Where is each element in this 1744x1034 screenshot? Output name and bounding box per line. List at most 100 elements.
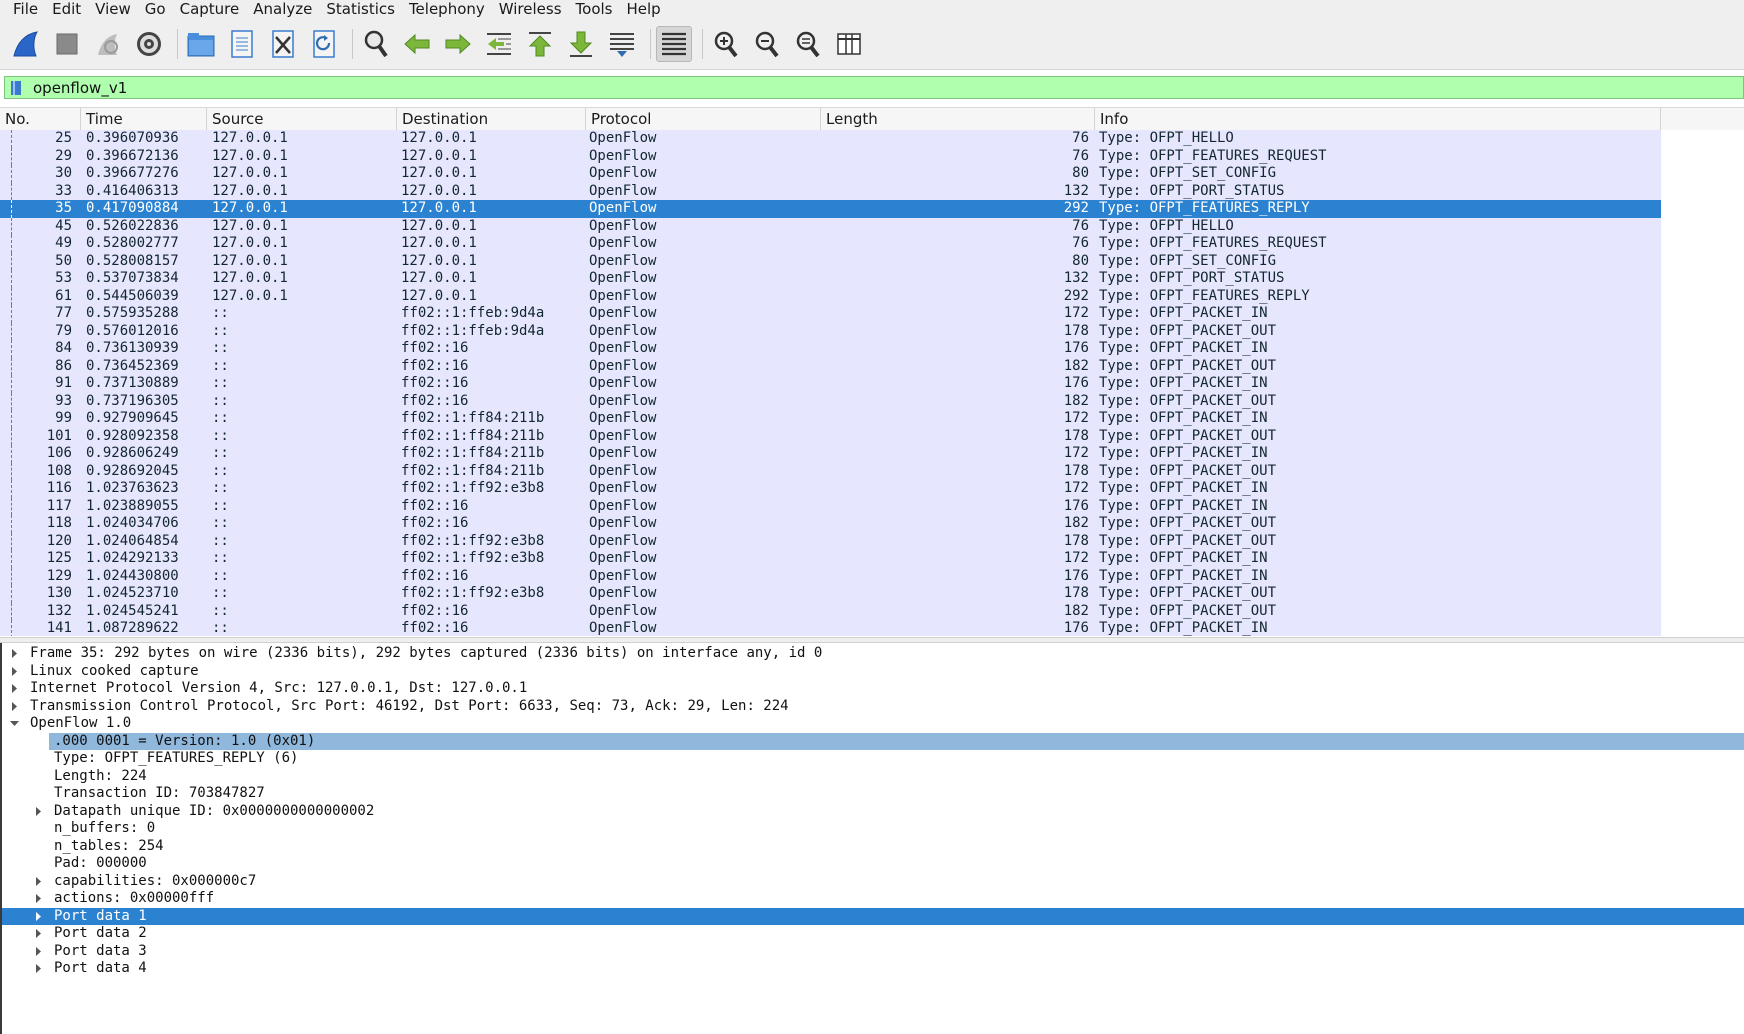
collapsed-arrow-icon[interactable]: [8, 680, 20, 698]
collapsed-arrow-icon[interactable]: [32, 873, 44, 891]
packet-row[interactable]: 130 1.024523710:: ff02::1:ff92:e3b8 OpenFlo…: [0, 585, 1661, 603]
open-file-icon[interactable]: [183, 26, 219, 62]
packet-row[interactable]: 129 1.024430800:: ff02::16 OpenFlow 176 Type:…: [0, 567, 1661, 585]
column-header-info[interactable]: Info: [1095, 108, 1661, 130]
packet-row[interactable]: 93 0.737196305:: ff02::16 OpenFlow 182 Type: …: [0, 392, 1661, 410]
packet-row[interactable]: 29 0.396672136 127.0.0.1 127.0.0.1 OpenFlow 7…: [0, 147, 1661, 165]
packet-row[interactable]: 116 1.023763623:: ff02::1:ff92:e3b8 OpenFlo…: [0, 480, 1661, 498]
resize-columns-icon[interactable]: [831, 26, 867, 62]
detail-row[interactable]: Datapath unique ID: 0x0000000000000002: [2, 803, 1744, 821]
go-back-icon[interactable]: [399, 26, 435, 62]
packet-row[interactable]: 84 0.736130939:: ff02::16 OpenFlow 176 Type: …: [0, 340, 1661, 358]
packet-row[interactable]: 117 1.023889055:: ff02::16 OpenFlow 176 Type:…: [0, 497, 1661, 515]
detail-row[interactable]: OpenFlow 1.0: [2, 715, 1744, 733]
zoom-in-icon[interactable]: [708, 26, 744, 62]
go-forward-icon[interactable]: [440, 26, 476, 62]
detail-row[interactable]: Transaction ID: 703847827: [2, 785, 1744, 803]
zoom-out-icon[interactable]: [749, 26, 785, 62]
menu-view[interactable]: View: [87, 0, 137, 18]
go-to-packet-icon[interactable]: [481, 26, 517, 62]
normal-size-icon[interactable]: [790, 26, 826, 62]
menu-capture[interactable]: Capture: [172, 0, 246, 18]
detail-row[interactable]: Port data 1: [2, 907, 1744, 926]
menu-file[interactable]: File: [0, 0, 44, 18]
packet-row[interactable]: 45 0.526022836 127.0.0.1 127.0.0.1 OpenFlow 7…: [0, 217, 1661, 235]
packet-row[interactable]: 118 1.024034706:: ff02::16 OpenFlow 182 Type:…: [0, 515, 1661, 533]
collapsed-arrow-icon[interactable]: [32, 925, 44, 943]
collapsed-arrow-icon[interactable]: [32, 908, 44, 926]
detail-row[interactable]: Frame 35: 292 bytes on wire (2336 bits),…: [2, 645, 1744, 663]
packet-row[interactable]: 25 0.396070936 127.0.0.1 127.0.0.1 OpenFlow 7…: [0, 130, 1661, 148]
detail-row[interactable]: Pad: 000000: [2, 855, 1744, 873]
detail-row[interactable]: Port data 3: [2, 943, 1744, 961]
packet-row[interactable]: 99 0.927909645:: ff02::1:ff84:211b OpenFlow…: [0, 410, 1661, 428]
packet-row[interactable]: 77 0.575935288:: ff02::1:ffeb:9d4a OpenFlow…: [0, 305, 1661, 323]
collapsed-arrow-icon[interactable]: [8, 645, 20, 663]
detail-row[interactable]: Port data 2: [2, 925, 1744, 943]
menu-help[interactable]: Help: [618, 0, 666, 18]
display-filter-bar[interactable]: openflow_v1: [4, 76, 1744, 99]
packet-row[interactable]: 91 0.737130889:: ff02::16 OpenFlow 176 Type: …: [0, 375, 1661, 393]
packet-row[interactable]: 50 0.528008157 127.0.0.1 127.0.0.1 OpenFlow 8…: [0, 252, 1661, 270]
detail-row[interactable]: Internet Protocol Version 4, Src: 127.0.…: [2, 680, 1744, 698]
packet-row[interactable]: 30 0.396677276 127.0.0.1 127.0.0.1 OpenFlow 8…: [0, 165, 1661, 183]
packet-row[interactable]: 120 1.024064854:: ff02::1:ff92:e3b8 OpenFlo…: [0, 532, 1661, 550]
detail-row[interactable]: Transmission Control Protocol, Src Port:…: [2, 698, 1744, 716]
display-filter-input[interactable]: openflow_v1: [33, 79, 127, 97]
collapsed-arrow-icon[interactable]: [32, 803, 44, 821]
expanded-arrow-icon[interactable]: [8, 715, 20, 733]
last-packet-icon[interactable]: [563, 26, 599, 62]
column-header-destination[interactable]: Destination: [397, 108, 586, 130]
reload-file-icon[interactable]: [306, 26, 342, 62]
detail-row[interactable]: n_tables: 254: [2, 838, 1744, 856]
colorize-icon[interactable]: [656, 25, 692, 62]
menu-telephony[interactable]: Telephony: [401, 0, 491, 18]
packet-row-selected[interactable]: 35 0.417090884 127.0.0.1 127.0.0.1 OpenFlow 2…: [0, 200, 1661, 218]
collapsed-arrow-icon[interactable]: [8, 698, 20, 716]
save-file-icon[interactable]: [224, 26, 260, 62]
collapsed-arrow-icon[interactable]: [8, 663, 20, 681]
stop-capture-icon[interactable]: [49, 26, 85, 62]
packet-row[interactable]: 106 0.928606249:: ff02::1:ff84:211b OpenFlo…: [0, 445, 1661, 463]
collapsed-arrow-icon[interactable]: [32, 960, 44, 978]
collapsed-arrow-icon[interactable]: [32, 890, 44, 908]
column-header-source[interactable]: Source: [207, 108, 397, 130]
detail-row[interactable]: capabilities: 0x000000c7: [2, 873, 1744, 891]
auto-scroll-icon[interactable]: [604, 26, 640, 62]
detail-row[interactable]: Type: OFPT_FEATURES_REPLY (6): [2, 750, 1744, 768]
detail-row[interactable]: Port data 4: [2, 960, 1744, 978]
first-packet-icon[interactable]: [522, 26, 558, 62]
packet-row[interactable]: 53 0.537073834 127.0.0.1 127.0.0.1 OpenFlow 1…: [0, 270, 1661, 288]
restart-capture-icon[interactable]: [90, 26, 126, 62]
packet-row[interactable]: 108 0.928692045:: ff02::1:ff84:211b OpenFlo…: [0, 462, 1661, 480]
packet-row[interactable]: 49 0.528002777 127.0.0.1 127.0.0.1 OpenFlow 7…: [0, 235, 1661, 253]
menu-tools[interactable]: Tools: [568, 0, 619, 18]
packet-row[interactable]: 79 0.576012016:: ff02::1:ffeb:9d4a OpenFlow…: [0, 322, 1661, 340]
detail-row[interactable]: n_buffers: 0: [2, 820, 1744, 838]
packet-row[interactable]: 61 0.544506039 127.0.0.1 127.0.0.1 OpenFlow 2…: [0, 287, 1661, 305]
packet-row[interactable]: 86 0.736452369:: ff02::16 OpenFlow 182 Type: …: [0, 357, 1661, 375]
close-file-icon[interactable]: [265, 26, 301, 62]
packet-row[interactable]: 33 0.416406313 127.0.0.1 127.0.0.1 OpenFlow 1…: [0, 182, 1661, 200]
bookmark-icon[interactable]: [7, 78, 25, 97]
find-packet-icon[interactable]: [358, 26, 394, 62]
packet-row[interactable]: 141 1.087289622:: ff02::16 OpenFlow 176 Type:…: [0, 620, 1661, 636]
collapsed-arrow-icon[interactable]: [32, 943, 44, 961]
detail-row[interactable]: Linux cooked capture: [2, 663, 1744, 681]
menu-wireless[interactable]: Wireless: [491, 0, 568, 18]
column-header-protocol[interactable]: Protocol: [586, 108, 821, 130]
menu-analyze[interactable]: Analyze: [245, 0, 318, 18]
menu-statistics[interactable]: Statistics: [318, 0, 401, 18]
menu-edit[interactable]: Edit: [44, 0, 87, 18]
packet-row[interactable]: 125 1.024292133:: ff02::1:ff92:e3b8 OpenFlo…: [0, 550, 1661, 568]
start-capture-icon[interactable]: [8, 26, 44, 62]
menu-go[interactable]: Go: [137, 0, 172, 18]
packet-row[interactable]: 101 0.928092358:: ff02::1:ff84:211b OpenFlo…: [0, 427, 1661, 445]
detail-row[interactable]: Length: 224: [2, 768, 1744, 786]
capture-options-icon[interactable]: [131, 26, 167, 62]
detail-row[interactable]: .000 0001 = Version: 1.0 (0x01): [49, 732, 1744, 750]
detail-row[interactable]: actions: 0x00000fff: [2, 890, 1744, 908]
packet-row[interactable]: 132 1.024545241:: ff02::16 OpenFlow 182 Type:…: [0, 602, 1661, 620]
column-header-no[interactable]: No.: [0, 108, 81, 130]
column-header-length[interactable]: Length: [821, 108, 1095, 130]
